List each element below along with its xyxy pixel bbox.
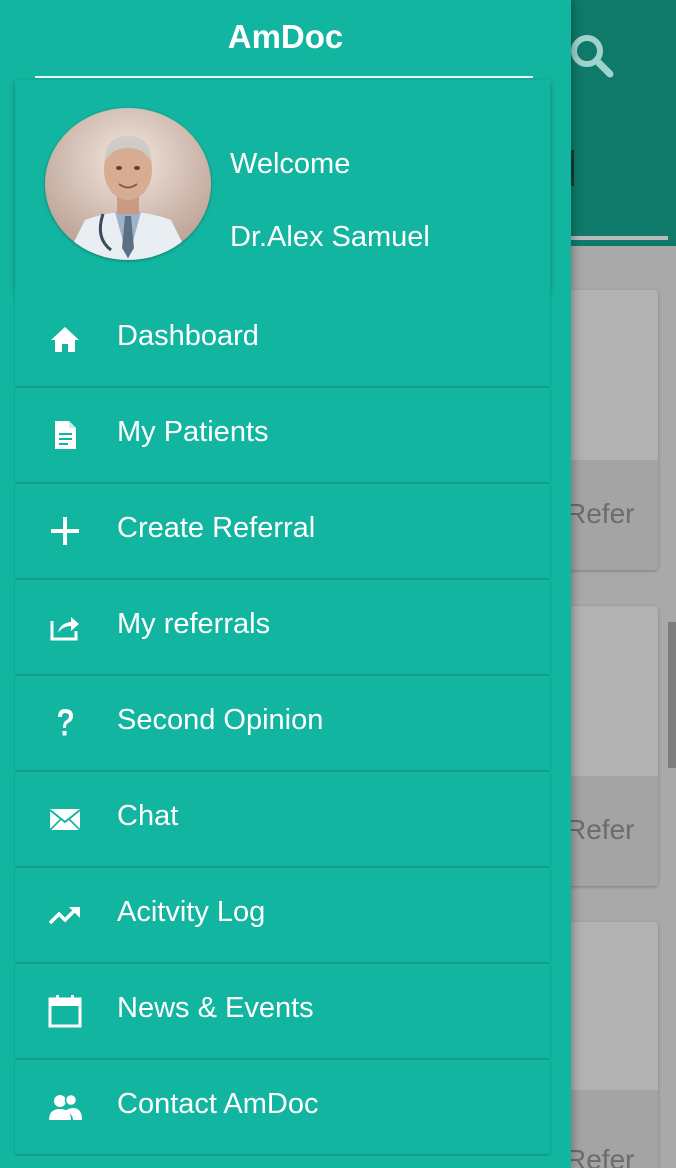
background-card: Refer — [560, 290, 658, 570]
background-card: Refer — [560, 922, 658, 1168]
navigation-drawer: AmDoc Welcome Dr.Alex Samuel Dashboard M… — [0, 0, 571, 1168]
background-tab-indicator — [566, 236, 668, 240]
menu-item-chat[interactable]: Chat — [15, 772, 550, 866]
home-icon — [47, 321, 83, 357]
people-icon — [47, 1089, 83, 1125]
menu-item-label: Second Opinion — [117, 704, 324, 736]
menu-item-label: Create Referral — [117, 512, 316, 544]
menu-item-label: My Patients — [117, 416, 269, 448]
menu-item-news-events[interactable]: News & Events — [15, 964, 550, 1058]
document-icon — [47, 417, 83, 453]
welcome-text: Welcome — [230, 148, 351, 180]
refer-label: Refer — [566, 498, 635, 529]
menu-item-label: Contact AmDoc — [117, 1088, 319, 1120]
menu-item-my-patients[interactable]: My Patients — [15, 388, 550, 482]
background-scrollbar — [668, 622, 676, 768]
background-card: Refer — [560, 606, 658, 886]
refer-label: Refer — [566, 1144, 635, 1168]
drawer-menu: Dashboard My Patients Create Referral My… — [15, 292, 550, 1156]
search-icon — [566, 30, 616, 80]
menu-item-second-opinion[interactable]: Second Opinion — [15, 676, 550, 770]
menu-item-dashboard[interactable]: Dashboard — [15, 292, 550, 386]
trending-up-icon — [47, 897, 83, 933]
calendar-icon — [47, 993, 83, 1029]
menu-item-label: Acitvity Log — [117, 896, 266, 928]
refer-label: Refer — [566, 814, 635, 845]
menu-item-label: Dashboard — [117, 320, 259, 352]
menu-item-create-referral[interactable]: Create Referral — [15, 484, 550, 578]
doctor-avatar — [45, 108, 211, 260]
menu-item-contact-amdoc[interactable]: Contact AmDoc — [15, 1060, 550, 1154]
profile-card[interactable]: Welcome Dr.Alex Samuel — [15, 80, 550, 292]
menu-item-my-referrals[interactable]: My referrals — [15, 580, 550, 674]
plus-icon — [47, 513, 83, 549]
mail-icon — [47, 801, 83, 837]
doctor-name: Dr.Alex Samuel — [230, 221, 430, 253]
title-divider — [35, 76, 533, 78]
share-icon — [47, 609, 83, 645]
question-icon — [47, 705, 83, 741]
menu-item-label: News & Events — [117, 992, 314, 1024]
menu-item-activity-log[interactable]: Acitvity Log — [15, 868, 550, 962]
menu-item-label: My referrals — [117, 608, 271, 640]
menu-item-label: Chat — [117, 800, 179, 832]
app-title: AmDoc — [227, 18, 344, 55]
